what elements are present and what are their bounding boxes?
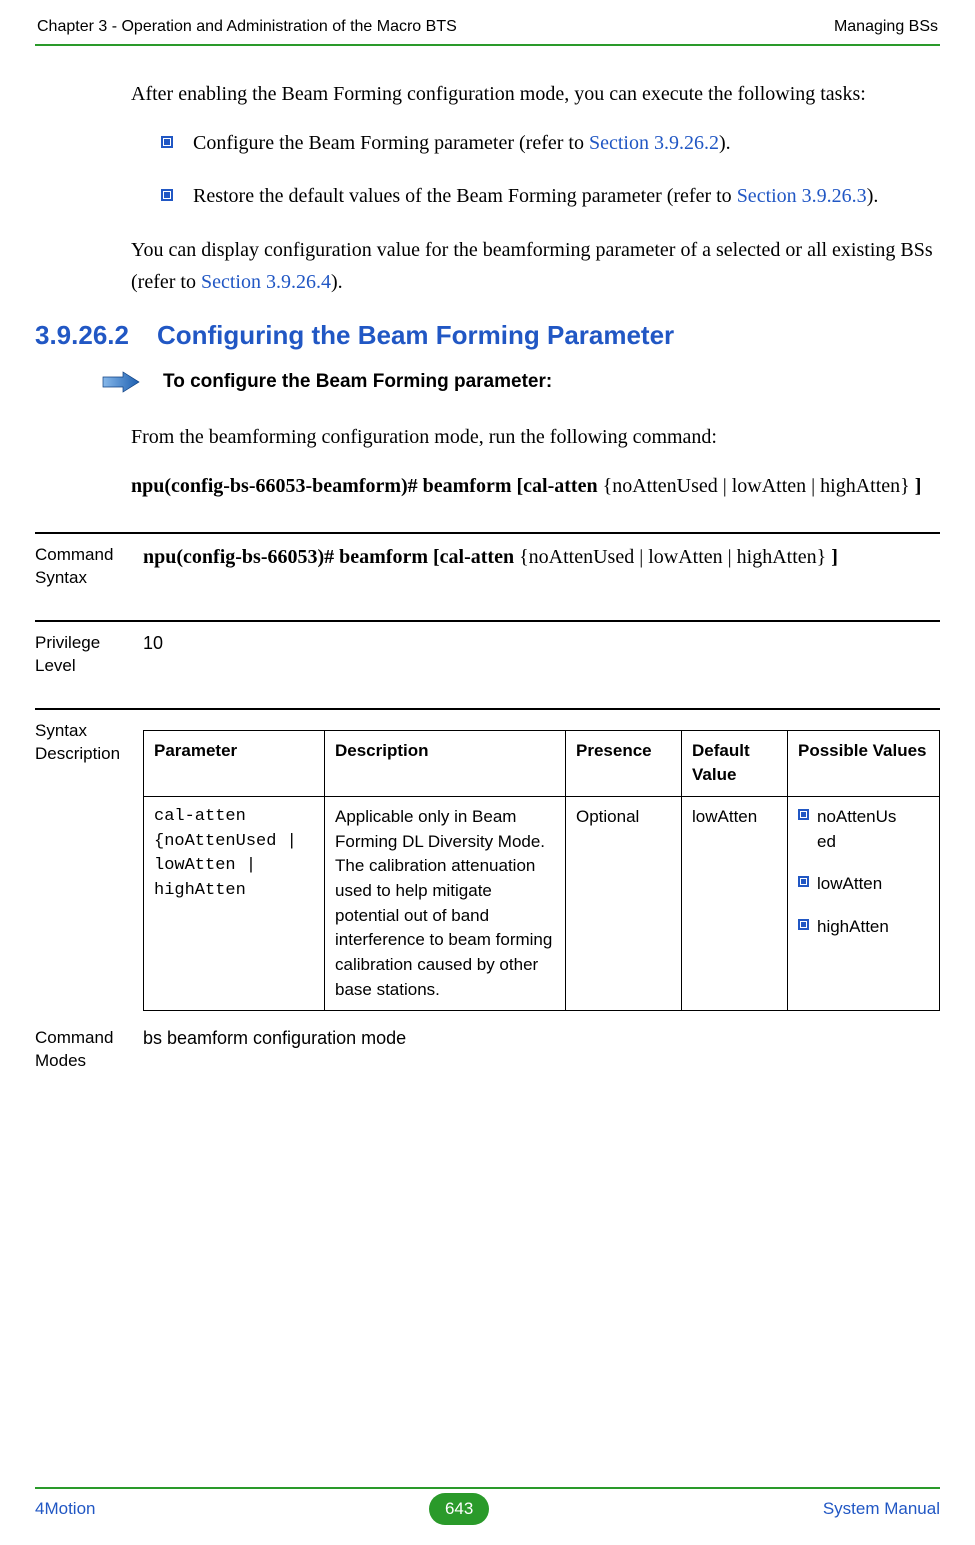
text: ed	[817, 832, 836, 851]
col-description: Description	[325, 730, 566, 796]
text: ).	[867, 185, 879, 207]
intro-para-2: You can display configuration value for …	[131, 234, 940, 298]
list-item: Restore the default values of the Beam F…	[161, 181, 940, 212]
syntax-table: Parameter Description Presence Default V…	[143, 730, 940, 1011]
def-label: Command Modes	[35, 1025, 131, 1073]
def-row-modes: Command Modes bs beamform configuration …	[35, 1021, 940, 1103]
cell-default: lowAtten	[682, 797, 788, 1011]
def-row-syntax: Command Syntax npu(config-bs-66053)# bea…	[35, 532, 940, 620]
col-default: Default Value	[682, 730, 788, 796]
cell-possible-values: noAttenUsed lowAtten highA	[788, 797, 940, 1011]
col-possible: Possible Values	[788, 730, 940, 796]
square-bullet-icon	[161, 189, 173, 201]
intro-para: After enabling the Beam Forming configur…	[131, 78, 940, 110]
col-presence: Presence	[566, 730, 682, 796]
square-bullet-icon	[798, 876, 809, 887]
text: noAttenUs	[817, 807, 896, 826]
list-item: Configure the Beam Forming parameter (re…	[161, 128, 940, 159]
cmd-bold: npu(config-bs-66053)# beamform [cal-atte…	[143, 546, 519, 568]
procedure-label: To configure the Beam Forming parameter:	[163, 371, 552, 393]
page-footer: 4Motion 643 System Manual	[35, 1493, 940, 1525]
text: Restore the default values of the Beam F…	[193, 185, 737, 207]
command-text: npu(config-bs-66053-beamform)# beamform …	[131, 471, 940, 502]
xref-link[interactable]: Section 3.9.26.4	[201, 271, 331, 293]
text: ).	[719, 132, 731, 154]
footer-right: System Manual	[823, 1499, 940, 1519]
cell-presence: Optional	[566, 797, 682, 1011]
def-label: Command Syntax	[35, 542, 131, 590]
xref-link[interactable]: Section 3.9.26.2	[589, 132, 719, 154]
bullet-list: Configure the Beam Forming parameter (re…	[131, 128, 940, 212]
definition-block: Command Syntax npu(config-bs-66053)# bea…	[131, 532, 940, 1103]
procedure-line: From the beamforming configuration mode,…	[131, 421, 940, 453]
section-title: Configuring the Beam Forming Parameter	[157, 320, 674, 351]
def-body: bs beamform configuration mode	[143, 1025, 940, 1052]
page-number: 643	[429, 1493, 489, 1525]
header-right: Managing BSs	[834, 18, 938, 36]
def-row-privilege: Privilege Level 10	[35, 620, 940, 708]
def-body: Parameter Description Presence Default V…	[143, 718, 940, 1011]
def-body: 10	[143, 630, 940, 657]
pv-text: noAttenUs ed	[817, 805, 896, 854]
cell-parameter: cal-atten {noAttenUsed | lowAtten | high…	[144, 797, 325, 1011]
table-row: cal-atten {noAttenUsed | lowAtten | high…	[144, 797, 940, 1011]
pv-text: highAtten	[817, 915, 889, 940]
procedure-header: To configure the Beam Forming parameter:	[101, 371, 940, 393]
header-left: Chapter 3 - Operation and Administration…	[37, 18, 457, 36]
cmd-bold: ]	[826, 546, 838, 568]
page-header: Chapter 3 - Operation and Administration…	[35, 18, 940, 40]
cmd-bold: npu(config-bs-66053-beamform)# beamform …	[131, 475, 603, 497]
def-label: Syntax Description	[35, 718, 131, 766]
cmd-args: {noAttenUsed | lowAtten | highAtten}	[519, 546, 826, 568]
cmd-args: {noAttenUsed | lowAtten | highAtten}	[603, 475, 910, 497]
table-header-row: Parameter Description Presence Default V…	[144, 730, 940, 796]
square-bullet-icon	[798, 809, 809, 820]
section-number: 3.9.26.2	[35, 320, 129, 351]
square-bullet-icon	[161, 136, 173, 148]
bullet-text: Restore the default values of the Beam F…	[193, 181, 878, 212]
section-heading: 3.9.26.2 Configuring the Beam Forming Pa…	[35, 320, 940, 351]
list-item: noAttenUs ed	[798, 805, 929, 854]
footer-rule	[35, 1487, 940, 1489]
list-item: highAtten	[798, 915, 929, 940]
def-body: npu(config-bs-66053)# beamform [cal-atte…	[143, 542, 940, 572]
col-parameter: Parameter	[144, 730, 325, 796]
def-label: Privilege Level	[35, 630, 131, 678]
footer-left: 4Motion	[35, 1499, 95, 1519]
square-bullet-icon	[798, 919, 809, 930]
list-item: lowAtten	[798, 872, 929, 897]
def-row-syntax-desc: Syntax Description Parameter Description…	[35, 708, 940, 1021]
pv-text: lowAtten	[817, 872, 882, 897]
cmd-bold: ]	[910, 475, 922, 497]
cell-description: Applicable only in Beam Forming DL Diver…	[325, 797, 566, 1011]
xref-link[interactable]: Section 3.9.26.3	[737, 185, 867, 207]
bullet-text: Configure the Beam Forming parameter (re…	[193, 128, 731, 159]
arrow-right-icon	[101, 371, 141, 393]
text: ).	[331, 271, 343, 293]
text: Configure the Beam Forming parameter (re…	[193, 132, 589, 154]
